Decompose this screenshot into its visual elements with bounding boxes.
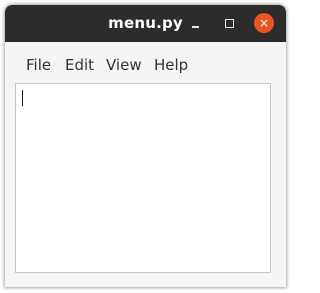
text-editor[interactable]: [15, 83, 271, 273]
window-title: menu.py: [108, 14, 183, 32]
menu-file[interactable]: File: [26, 56, 51, 74]
close-icon: ×: [258, 16, 270, 30]
minimize-button[interactable]: [186, 13, 206, 33]
app-window: menu.py × File Edit View Help: [5, 5, 286, 287]
minimize-icon: [192, 26, 199, 28]
menu-help[interactable]: Help: [154, 56, 188, 74]
maximize-icon: [225, 19, 234, 28]
text-caret: [22, 90, 23, 106]
maximize-button[interactable]: [220, 13, 240, 33]
menu-edit[interactable]: Edit: [65, 56, 94, 74]
menu-view[interactable]: View: [106, 56, 142, 74]
close-button[interactable]: ×: [254, 13, 274, 33]
menu-bar: File Edit View Help: [5, 42, 286, 80]
title-bar[interactable]: menu.py ×: [5, 5, 286, 42]
